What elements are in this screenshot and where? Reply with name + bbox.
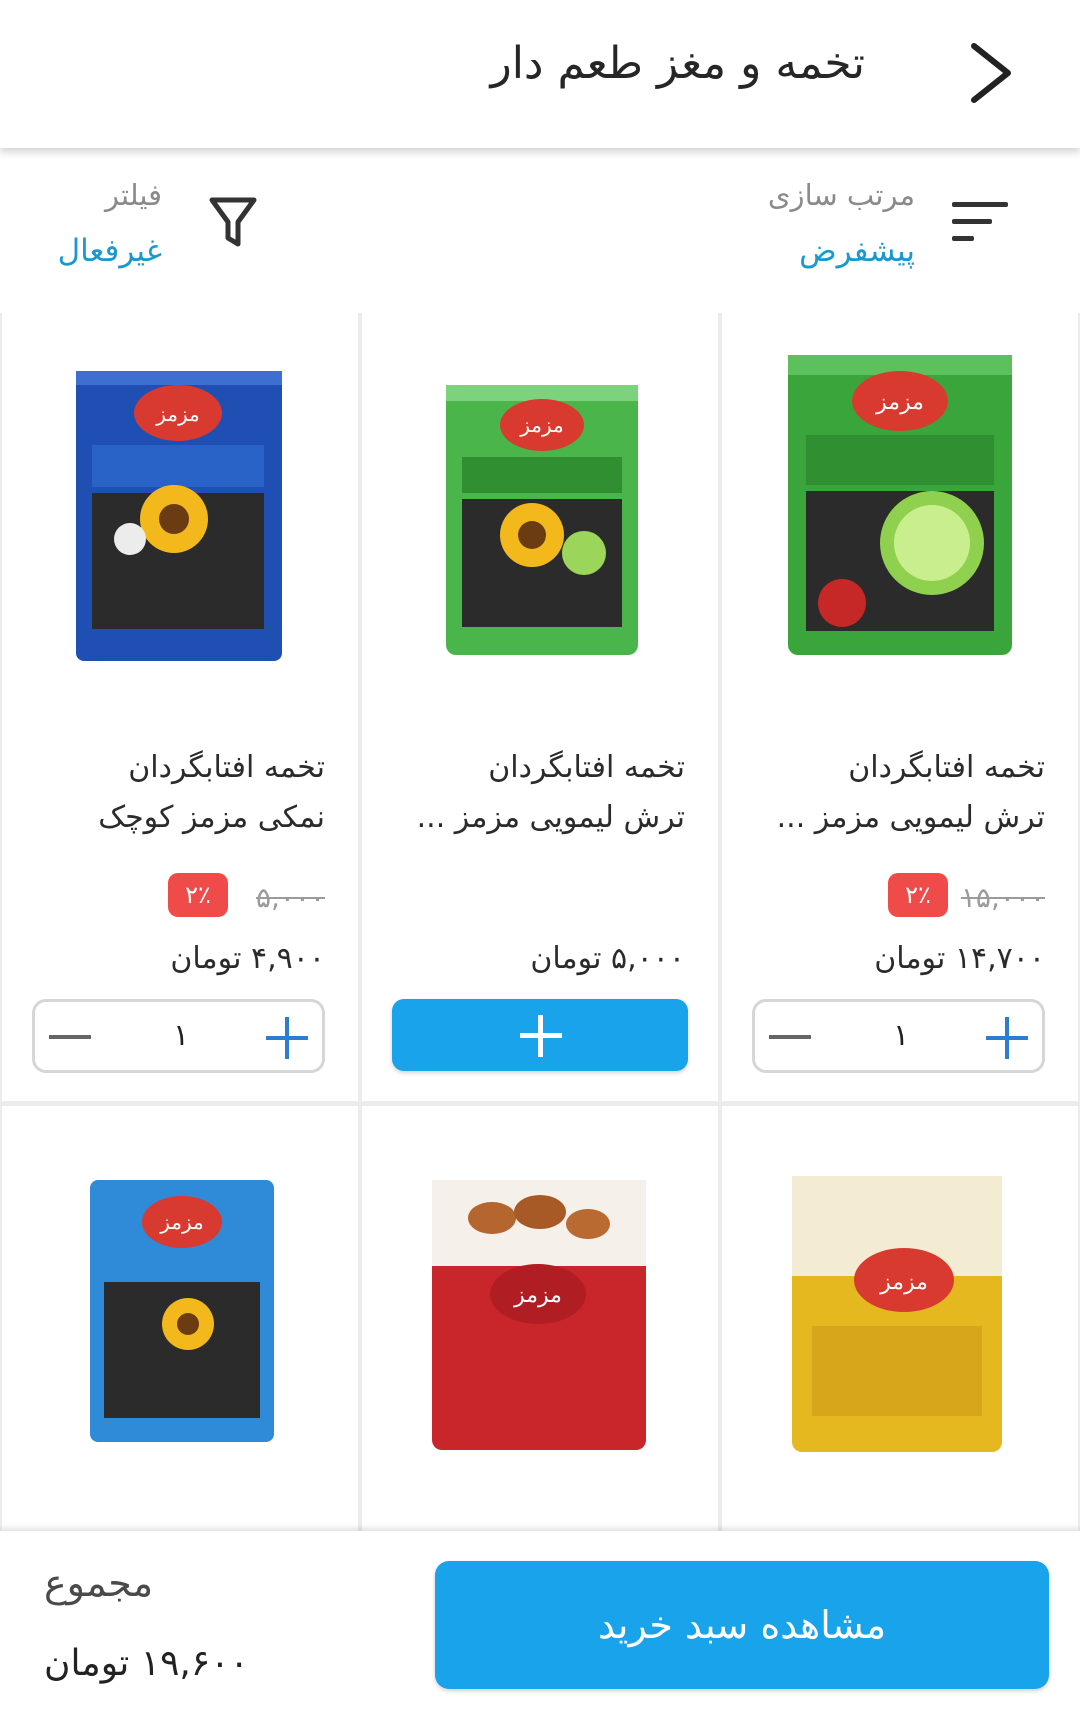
back-arrow-icon[interactable] — [964, 40, 1020, 106]
view-cart-button[interactable]: مشاهده سبد خرید — [435, 1561, 1049, 1689]
product-card[interactable]: مزمز — [362, 1106, 718, 1531]
product-image[interactable]: مزمز — [362, 1106, 718, 1486]
discount-badge: ۲٪ — [168, 873, 228, 917]
product-image[interactable]: مزمز — [362, 313, 718, 693]
svg-text:مزمز: مزمز — [155, 402, 200, 426]
old-price: ۵,۰۰۰ — [255, 881, 325, 914]
sort-icon[interactable] — [952, 200, 1010, 244]
svg-text:مزمز: مزمز — [879, 1270, 928, 1295]
product-image[interactable]: مزمز — [722, 1106, 1078, 1486]
product-grid: مزمز تخمه افتابگردان ترش لیمویی مزمز ...… — [0, 313, 1080, 1531]
product-card[interactable]: مزمز — [2, 1106, 358, 1531]
add-to-cart-button[interactable] — [392, 999, 688, 1071]
svg-text:مزمز: مزمز — [519, 413, 564, 437]
quantity-value: ۱ — [172, 1018, 190, 1053]
sort-label[interactable]: مرتب سازی — [768, 178, 915, 212]
svg-text:مزمز: مزمز — [513, 1283, 562, 1308]
product-price: ۴,۹۰۰ تومان — [170, 941, 325, 976]
sort-filter-bar — [0, 148, 1080, 313]
decrease-quantity-button[interactable] — [49, 1035, 91, 1039]
product-card[interactable]: مزمز تخمه افتابگردان ترش لیمویی مزمز ...… — [362, 313, 718, 1101]
sort-value[interactable]: پیشفرض — [799, 233, 915, 269]
app-header: تخمه و مغز طعم دار — [0, 0, 1080, 148]
product-price: ۵,۰۰۰ تومان — [530, 941, 685, 976]
page-title: تخمه و مغز طعم دار — [490, 38, 865, 89]
decrease-quantity-button[interactable] — [769, 1035, 811, 1039]
quantity-stepper: ۱ — [32, 999, 325, 1073]
product-image[interactable]: مزمز — [2, 1106, 358, 1486]
product-image[interactable]: مزمز — [722, 313, 1078, 693]
product-name[interactable]: تخمه افتابگردان ترش لیمویی مزمز ... — [745, 743, 1045, 843]
cart-summary-bar: مجموع ۱۹,۶۰۰ تومان مشاهده سبد خرید — [0, 1531, 1080, 1719]
total-label: مجموع — [44, 1561, 154, 1605]
filter-value[interactable]: غیرفعال — [58, 233, 162, 269]
total-value: ۱۹,۶۰۰ تومان — [44, 1643, 249, 1684]
product-card[interactable]: مزمز — [722, 1106, 1078, 1531]
filter-label[interactable]: فیلتر — [105, 178, 162, 212]
product-card[interactable]: مزمز تخمه افتابگردان نمکی مزمز کوچک ۵,۰۰… — [2, 313, 358, 1101]
discount-badge: ۲٪ — [888, 873, 948, 917]
quantity-stepper: ۱ — [752, 999, 1045, 1073]
product-price: ۱۴,۷۰۰ تومان — [874, 941, 1045, 976]
svg-text:مزمز: مزمز — [159, 1210, 204, 1234]
product-name[interactable]: تخمه افتابگردان ترش لیمویی مزمز ... — [385, 743, 685, 843]
filter-icon[interactable] — [208, 196, 258, 250]
product-card[interactable]: مزمز تخمه افتابگردان ترش لیمویی مزمز ...… — [722, 313, 1078, 1101]
old-price: ۱۵,۰۰۰ — [960, 881, 1045, 914]
product-image[interactable]: مزمز — [2, 313, 358, 693]
svg-text:مزمز: مزمز — [875, 390, 924, 415]
product-name[interactable]: تخمه افتابگردان نمکی مزمز کوچک — [25, 743, 325, 843]
quantity-value: ۱ — [892, 1018, 910, 1053]
